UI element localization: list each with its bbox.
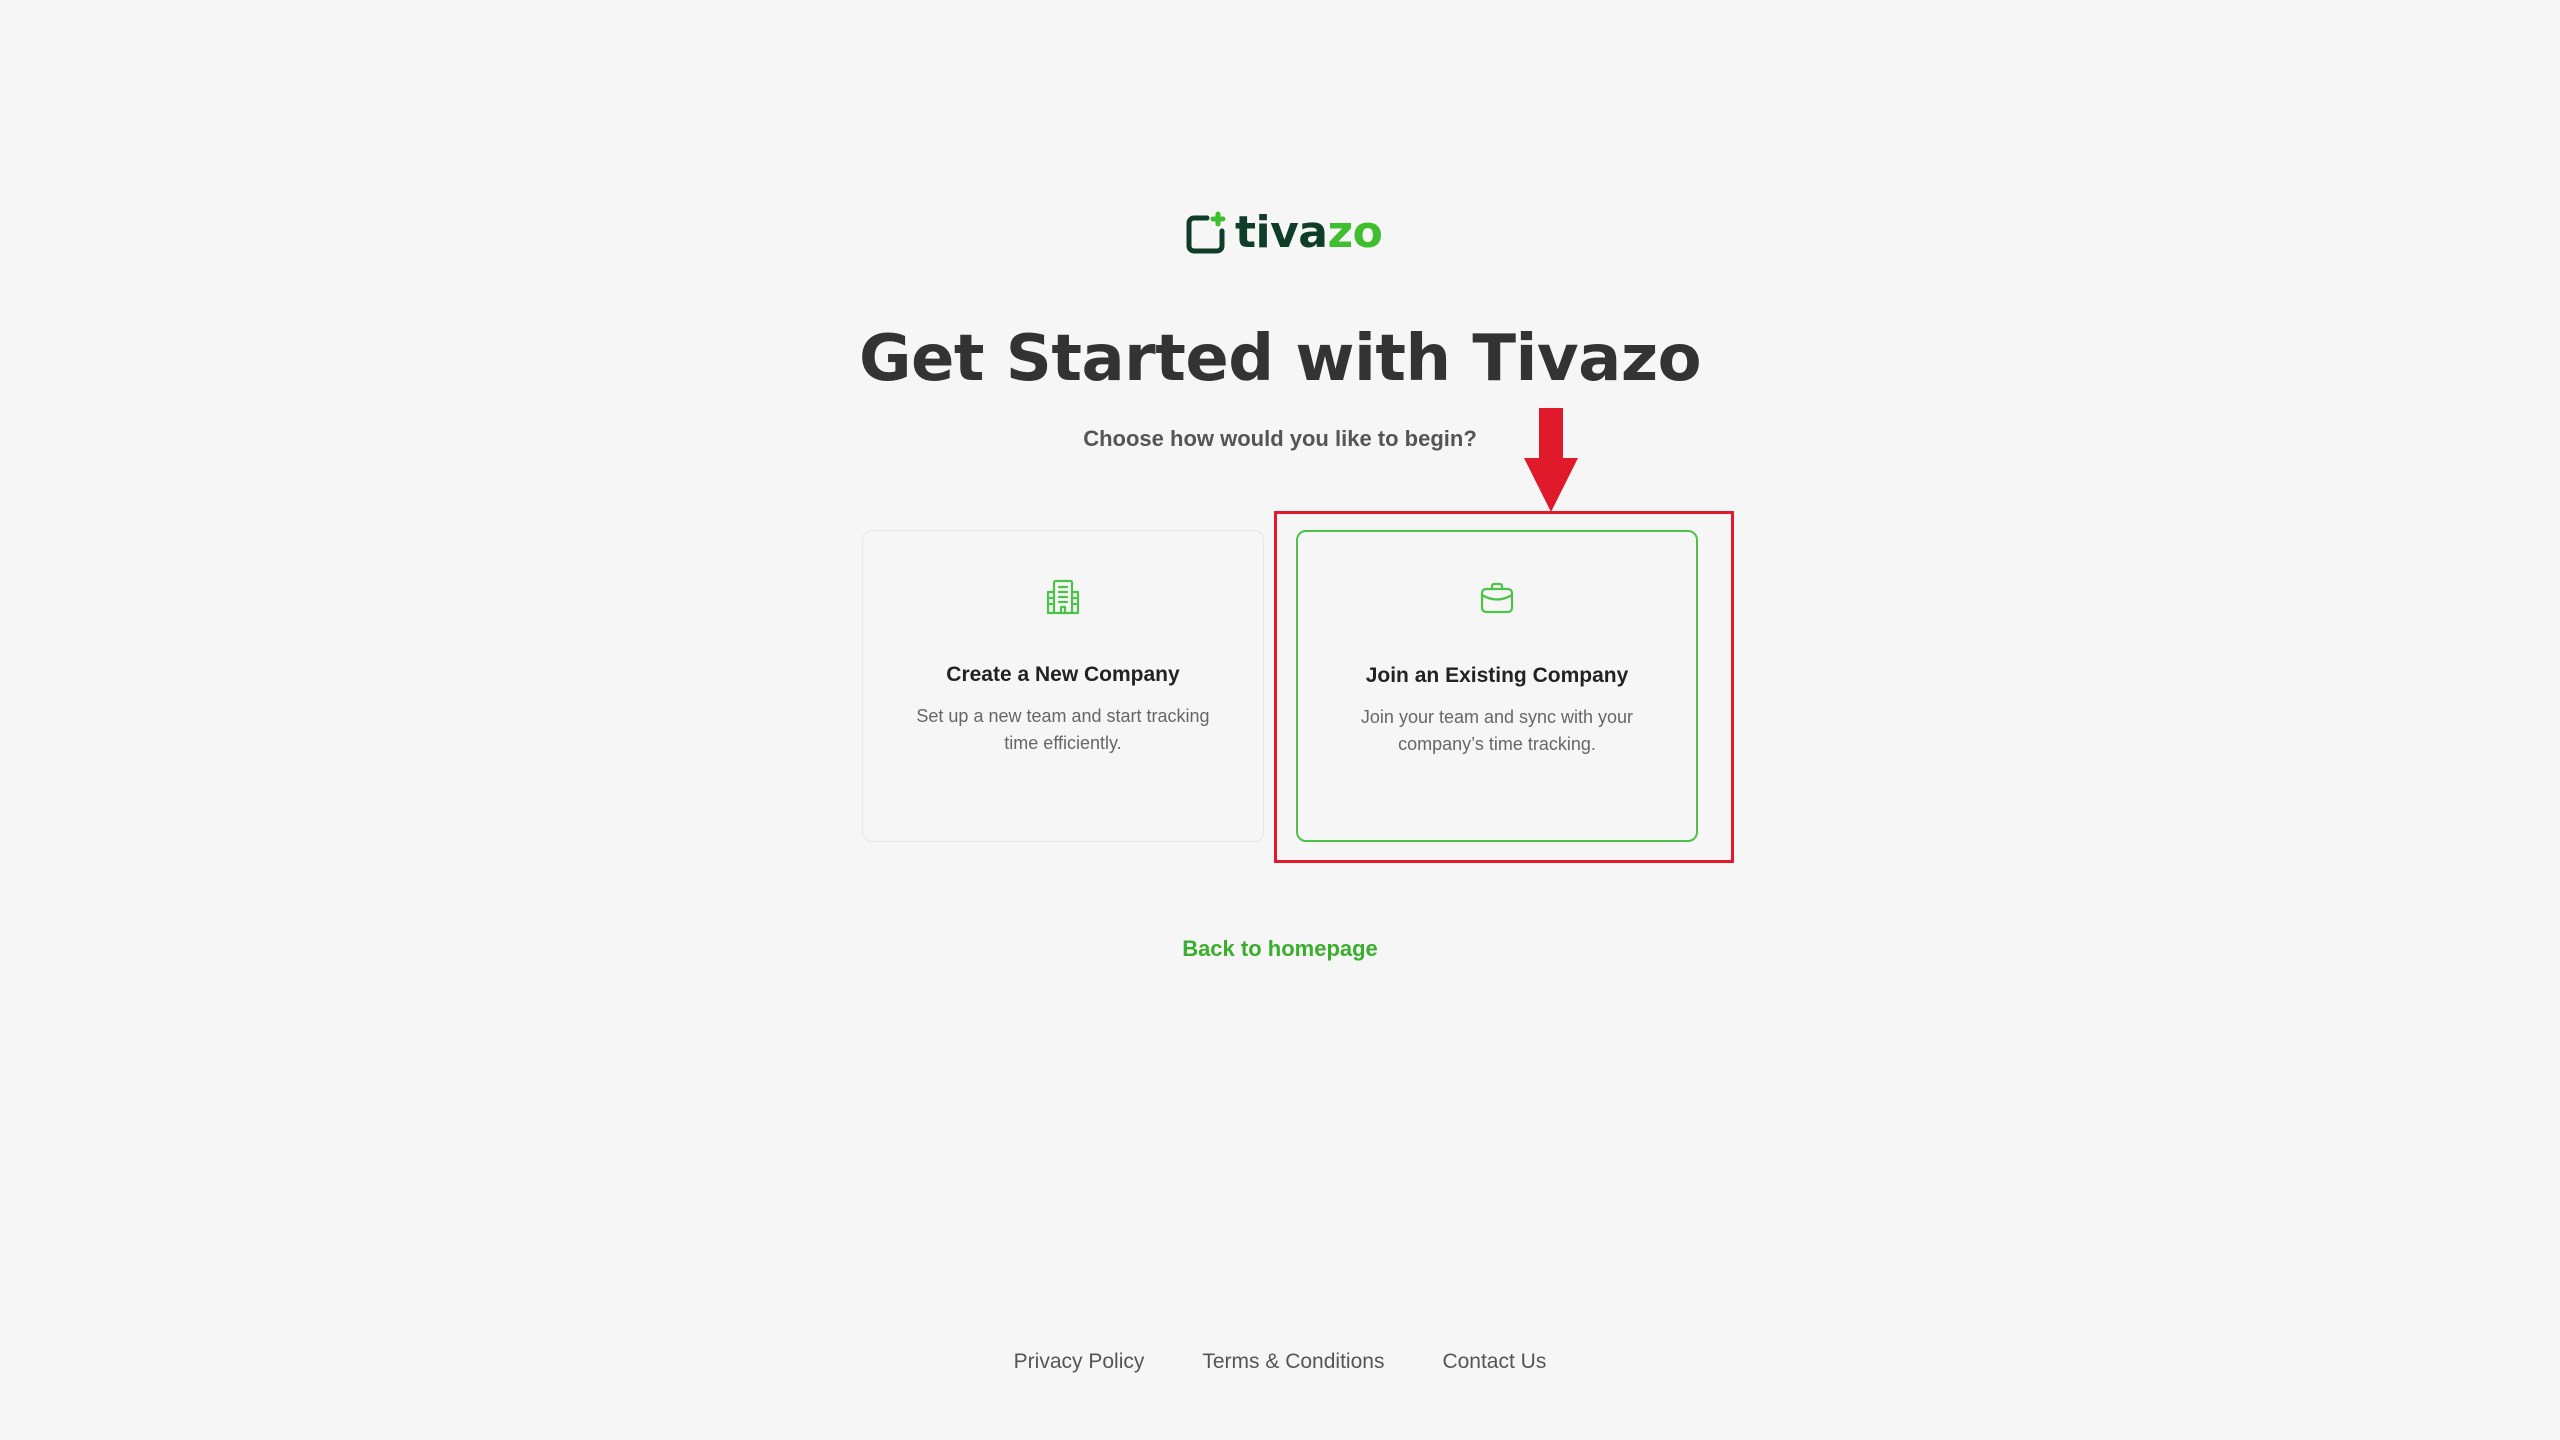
briefcase-icon [1480,582,1514,614]
footer: Privacy Policy Terms & Conditions Contac… [0,1350,2560,1374]
tivazo-logo[interactable]: tivazo [1185,207,1383,258]
join-company-title: Join an Existing Company [1365,664,1629,687]
logo-wordmark: tivazo [1235,207,1383,258]
footer-link-contact-us[interactable]: Contact Us [1442,1350,1546,1374]
create-new-company-card[interactable]: Create a New Company Set up a new team a… [862,530,1264,842]
get-started-page: tivazo Get Started with Tivazo Choose ho… [0,0,2560,1440]
join-existing-company-card[interactable]: Join an Existing Company Join your team … [1296,530,1698,842]
building-icon [1046,579,1080,615]
page-title: Get Started with Tivazo [858,322,1702,396]
footer-link-terms-conditions[interactable]: Terms & Conditions [1202,1350,1384,1374]
join-company-description: Join your team and sync with your compan… [1360,707,1634,754]
tivazo-logo-icon [1186,211,1226,254]
annotation-arrow-down-icon [1524,408,1578,512]
create-company-title: Create a New Company [946,663,1180,686]
page-subtitle: Choose how would you like to begin? [1083,426,1477,451]
footer-link-privacy-policy[interactable]: Privacy Policy [1014,1350,1145,1374]
back-to-homepage-link[interactable]: Back to homepage [0,936,2560,962]
create-company-description: Set up a new team and start tracking tim… [916,706,1210,753]
